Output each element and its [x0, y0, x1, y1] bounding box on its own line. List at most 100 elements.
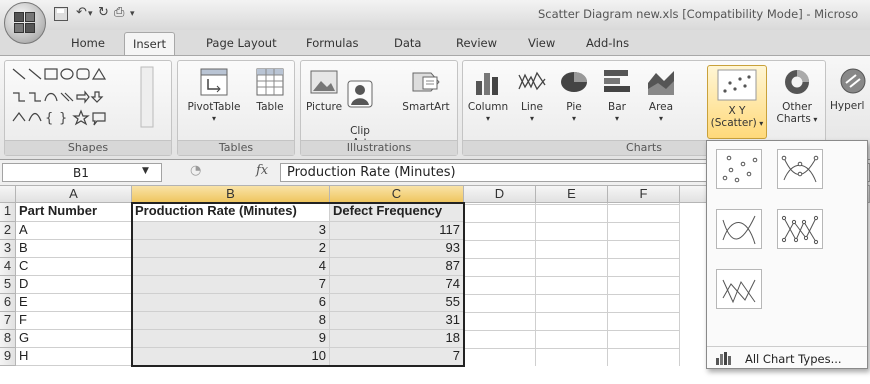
cell-c9[interactable]: 7: [330, 348, 464, 366]
cell-a5[interactable]: D: [16, 276, 132, 294]
tables-group-label: Tables: [178, 140, 294, 155]
cell-b3[interactable]: 2: [132, 240, 330, 258]
column-header-f[interactable]: F: [608, 186, 680, 203]
insert-function-icon[interactable]: fx: [256, 163, 268, 178]
column-chart-button[interactable]: Column ▾: [465, 67, 511, 125]
cell-a4[interactable]: C: [16, 258, 132, 276]
pivottable-icon: [200, 68, 228, 96]
cell-a7[interactable]: F: [16, 312, 132, 330]
column-header-b[interactable]: B: [132, 186, 330, 203]
scatter-straight-markers-option[interactable]: [777, 209, 823, 249]
office-button[interactable]: [4, 2, 46, 44]
row-header-8[interactable]: 8: [0, 330, 16, 348]
smartart-button[interactable]: SmartArt: [397, 67, 455, 113]
pivottable-button[interactable]: PivotTable ▾: [184, 67, 244, 125]
column-header-e[interactable]: E: [536, 186, 608, 203]
cell-a8[interactable]: G: [16, 330, 132, 348]
cell-c6[interactable]: 55: [330, 294, 464, 312]
cell-a9[interactable]: H: [16, 348, 132, 366]
cell-b9[interactable]: 10: [132, 348, 330, 366]
cell-b4[interactable]: 4: [132, 258, 330, 276]
shapes-gallery-icon[interactable]: { }: [11, 65, 157, 135]
row-header-9[interactable]: 9: [0, 348, 16, 366]
save-icon[interactable]: [54, 7, 68, 21]
tab-page-layout[interactable]: Page Layout: [206, 36, 277, 50]
scatter-straight-markers-icon: [781, 215, 819, 245]
cell-a2[interactable]: A: [16, 222, 132, 240]
scatter-smooth-markers-option[interactable]: [777, 149, 823, 189]
tab-add-ins[interactable]: Add-Ins: [586, 36, 629, 50]
cell-b5[interactable]: 7: [132, 276, 330, 294]
bar-chart-icon: [604, 70, 630, 92]
cell-c2[interactable]: 117: [330, 222, 464, 240]
column-header-c[interactable]: C: [330, 186, 464, 203]
all-chart-types-link[interactable]: All Chart Types...: [707, 346, 867, 368]
cell-c4[interactable]: 87: [330, 258, 464, 276]
tables-group: PivotTable ▾ Table Tables: [177, 60, 295, 156]
cell-b2[interactable]: 3: [132, 222, 330, 240]
row-header-2[interactable]: 2: [0, 222, 16, 240]
bar-chart-button[interactable]: Bar ▾: [599, 67, 635, 125]
other-charts-label-2: Charts: [776, 113, 811, 125]
undo-icon[interactable]: ↶: [76, 5, 87, 20]
cell-c1[interactable]: Defect Frequency: [330, 203, 464, 222]
scatter-smooth-lines-option[interactable]: [716, 209, 762, 249]
xy-scatter-label-1: X Y: [728, 105, 746, 117]
pie-chart-icon: [561, 72, 587, 92]
clip-art-button[interactable]: Clip Art: [345, 67, 375, 149]
table-icon: [256, 68, 284, 96]
picture-button[interactable]: Picture: [305, 67, 343, 113]
empty-cells[interactable]: [464, 203, 680, 366]
shapes-group-label: Shapes: [5, 140, 171, 155]
tab-data[interactable]: Data: [394, 36, 421, 50]
scatter-straight-lines-option[interactable]: [716, 269, 762, 309]
tab-insert[interactable]: Insert: [124, 32, 175, 56]
formula-tools: ◔ fx: [168, 163, 280, 182]
tab-view[interactable]: View: [528, 36, 555, 50]
other-charts-button[interactable]: Other Charts ▾: [769, 67, 825, 126]
window-title: Scatter Diagram new.xls [Compatibility M…: [538, 7, 859, 21]
customize-toolbar-icon[interactable]: ▾: [130, 9, 135, 19]
cell-a6[interactable]: E: [16, 294, 132, 312]
cell-a3[interactable]: B: [16, 240, 132, 258]
xy-scatter-button[interactable]: X Y (Scatter) ▾: [707, 65, 767, 139]
name-box-dropdown-icon[interactable]: ▼: [142, 166, 149, 176]
cell-b8[interactable]: 9: [132, 330, 330, 348]
column-header-a[interactable]: A: [16, 186, 132, 203]
row-header-4[interactable]: 4: [0, 258, 16, 276]
all-chart-types-label: All Chart Types...: [745, 352, 842, 366]
scatter-markers-only-option[interactable]: [716, 149, 762, 189]
pie-label: Pie: [566, 101, 582, 113]
redo-icon[interactable]: ↻: [98, 5, 109, 20]
select-all-corner[interactable]: [0, 186, 16, 203]
cell-b1[interactable]: Production Rate (Minutes): [132, 203, 330, 222]
row-header-6[interactable]: 6: [0, 294, 16, 312]
tab-home[interactable]: Home: [71, 36, 105, 50]
area-chart-button[interactable]: Area ▾: [643, 67, 679, 125]
xy-scatter-dropdown-icon: ▾: [756, 119, 764, 128]
svg-text:}: }: [59, 111, 67, 126]
undo-dropdown-icon[interactable]: ▾: [88, 9, 93, 19]
tab-formulas[interactable]: Formulas: [306, 36, 359, 50]
row-header-7[interactable]: 7: [0, 312, 16, 330]
table-button[interactable]: Table: [250, 67, 290, 113]
cell-a1[interactable]: Part Number: [16, 203, 132, 222]
row-header-3[interactable]: 3: [0, 240, 16, 258]
row-header-1[interactable]: 1: [0, 203, 16, 222]
name-box[interactable]: B1: [2, 163, 162, 182]
picture-icon: [310, 70, 338, 94]
tab-review[interactable]: Review: [456, 36, 497, 50]
hyperlink-button[interactable]: Hyperl: [830, 66, 870, 112]
cell-c7[interactable]: 31: [330, 312, 464, 330]
cell-c3[interactable]: 93: [330, 240, 464, 258]
pie-chart-button[interactable]: Pie ▾: [557, 67, 591, 125]
cell-b7[interactable]: 8: [132, 312, 330, 330]
column-header-d[interactable]: D: [464, 186, 536, 203]
line-label: Line: [521, 101, 543, 113]
line-chart-button[interactable]: Line ▾: [515, 67, 549, 125]
cell-b6[interactable]: 6: [132, 294, 330, 312]
cell-c5[interactable]: 74: [330, 276, 464, 294]
cell-c8[interactable]: 18: [330, 330, 464, 348]
quick-print-icon[interactable]: ⎙: [114, 5, 124, 20]
row-header-5[interactable]: 5: [0, 276, 16, 294]
